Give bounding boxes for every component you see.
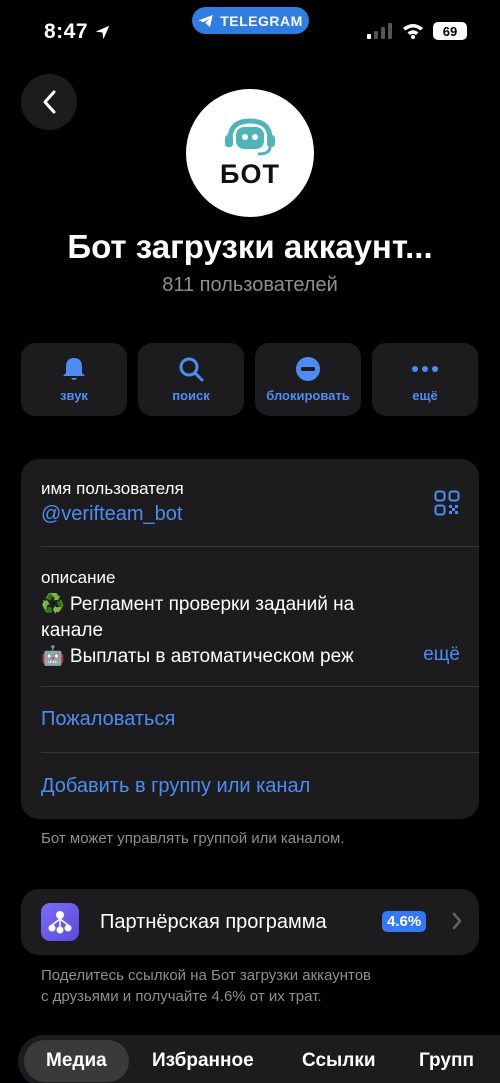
block-button[interactable]: блокировать	[255, 343, 361, 416]
more-button[interactable]: ещё	[372, 343, 478, 416]
description-line: ♻️ Регламент проверки заданий на	[41, 594, 355, 615]
divider	[41, 752, 479, 753]
tab-media[interactable]: Медиа	[24, 1040, 129, 1082]
username-label: имя пользователя	[41, 479, 184, 498]
qr-code-icon[interactable]	[434, 490, 460, 516]
bot-admin-note: Бот может управлять группой или каналом.	[41, 830, 345, 847]
description-line: 🤖 Выплаты в автоматическом реж	[41, 646, 354, 667]
member-count: 811 пользователей	[162, 274, 338, 296]
mute-button[interactable]: звук	[21, 343, 127, 416]
block-icon	[296, 357, 320, 381]
signal-icon	[367, 23, 392, 39]
divider	[41, 686, 479, 687]
wifi-icon	[403, 24, 423, 39]
status-time-text: 8:47	[44, 20, 89, 43]
add-to-group-link[interactable]: Добавить в группу или канал	[41, 775, 310, 798]
bot-avatar[interactable]: БОТ	[186, 89, 314, 217]
divider	[41, 546, 479, 547]
chevron-left-icon	[43, 90, 56, 114]
network-icon	[48, 911, 72, 934]
search-label: поиск	[172, 388, 210, 403]
description-text: ♻️ Регламент проверки заданий на канале …	[41, 592, 451, 670]
status-time: 8:47	[44, 20, 111, 44]
telegram-icon	[198, 14, 213, 27]
chevron-right-icon	[452, 912, 462, 930]
tab-groups[interactable]: Групп	[419, 1040, 474, 1082]
back-button[interactable]	[21, 74, 77, 130]
bot-head-icon	[225, 117, 275, 155]
block-label: блокировать	[266, 388, 350, 403]
partner-program-icon	[41, 903, 79, 941]
bell-icon	[63, 358, 85, 380]
avatar-label: БОТ	[220, 158, 280, 189]
tab-links[interactable]: Ссылки	[302, 1040, 376, 1082]
partner-program-note: Поделитесь ссылкой на Бот загрузки аккау…	[41, 965, 461, 1007]
telegram-pill-label: TELEGRAM	[220, 12, 303, 29]
info-card: имя пользователя @verifteam_bot описание…	[21, 459, 479, 819]
telegram-pill[interactable]: TELEGRAM	[192, 7, 309, 34]
more-icon	[412, 366, 438, 372]
partner-note-line: Поделитесь ссылкой на Бот загрузки аккау…	[41, 967, 372, 984]
description-label: описание	[41, 568, 116, 587]
mute-label: звук	[60, 388, 88, 403]
battery-icon: 69	[433, 22, 467, 40]
search-button[interactable]: поиск	[138, 343, 244, 416]
status-indicators: 69	[367, 22, 467, 40]
tab-saved[interactable]: Избранное	[152, 1040, 254, 1082]
search-icon	[179, 357, 204, 382]
media-tabs: Медиа Избранное Ссылки Групп	[18, 1035, 500, 1083]
report-link[interactable]: Пожаловаться	[41, 708, 175, 731]
location-arrow-icon	[95, 25, 110, 39]
action-bar: звук поиск блокировать ещё	[21, 343, 479, 416]
more-label: ещё	[412, 388, 438, 403]
partner-note-line: с друзьями и получайте 4.6% от их трат.	[41, 988, 322, 1005]
description-more-link[interactable]: ещё	[417, 644, 460, 666]
username-link[interactable]: @verifteam_bot	[41, 503, 182, 526]
description-line: канале	[41, 620, 104, 641]
chat-title: Бот загрузки аккаунт...	[67, 228, 433, 265]
partner-program-row[interactable]: Партнёрская программа 4.6%	[21, 889, 479, 955]
partner-program-label: Партнёрская программа	[100, 911, 327, 933]
commission-badge: 4.6%	[382, 911, 427, 932]
